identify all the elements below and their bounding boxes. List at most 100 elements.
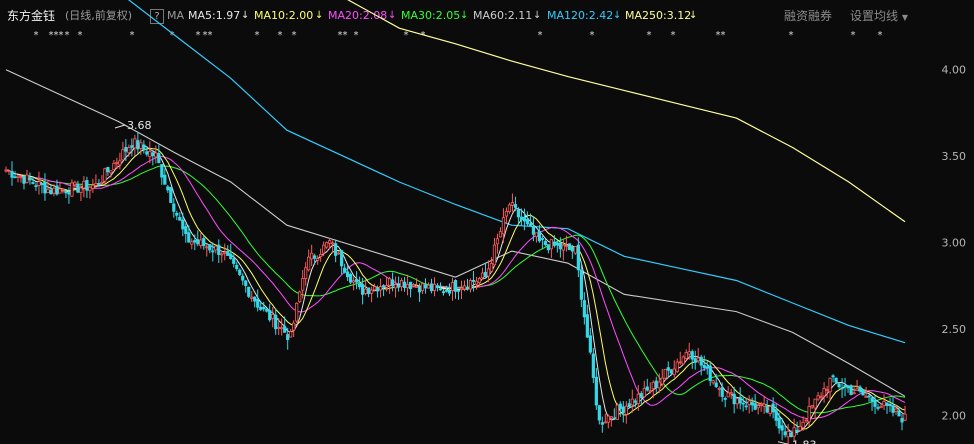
candle-down: [627, 398, 631, 408]
candle-down: [612, 408, 616, 420]
candle-down: [334, 239, 338, 263]
candle-down: [840, 378, 844, 398]
y-tick-label: 4.00: [942, 64, 967, 77]
candle-down: [28, 172, 32, 185]
candle-up: [798, 420, 802, 432]
candle-up: [4, 166, 8, 173]
candle-up: [319, 248, 323, 262]
candle-up: [675, 358, 679, 373]
candle-up: [310, 244, 314, 266]
candle-down: [402, 277, 407, 292]
event-marker-icon: *: [65, 30, 70, 41]
event-marker-icon: *: [292, 30, 297, 41]
low-price-label: 1.83: [792, 439, 817, 444]
candle-up: [696, 347, 700, 364]
candle-up: [615, 402, 619, 420]
candle-up: [810, 405, 814, 409]
candle-up: [762, 395, 766, 414]
candle-up: [100, 175, 104, 186]
candle-down: [900, 413, 904, 431]
candle-up: [292, 320, 296, 338]
candle-up: [573, 246, 577, 255]
candle-down: [175, 210, 179, 221]
candle-down: [366, 287, 371, 298]
candle-down: [408, 281, 413, 298]
candle-up: [855, 379, 859, 391]
candle-up: [450, 277, 455, 301]
candle-down: [867, 394, 871, 402]
candle-up: [510, 193, 515, 212]
high-pointer: [114, 124, 126, 129]
candle-up: [304, 262, 308, 286]
candle-down: [750, 397, 754, 412]
candle-down: [741, 395, 745, 412]
candle-up: [480, 267, 485, 280]
candle-down: [202, 234, 206, 250]
candle-down: [546, 244, 550, 254]
candle-up: [399, 277, 404, 292]
candle-up: [663, 368, 667, 380]
candle-down: [705, 360, 709, 375]
candle-down: [130, 138, 134, 157]
candle-up: [352, 276, 356, 291]
candle-up: [205, 243, 209, 257]
candle-down: [597, 404, 601, 425]
candle-down: [567, 243, 571, 251]
candle-up: [759, 401, 763, 412]
candle-down: [106, 166, 110, 176]
candle-down: [259, 300, 263, 311]
candle-down: [208, 244, 212, 254]
event-marker-icon: *: [208, 30, 213, 41]
candle-up: [609, 416, 613, 427]
candle-up: [882, 394, 886, 411]
candle-down: [217, 239, 221, 264]
candlestick-chart[interactable]: **************************** 6.005.505.0…: [0, 0, 974, 444]
candle-down: [283, 316, 287, 333]
candle-down: [846, 385, 850, 393]
candle-down: [744, 397, 748, 411]
candle-up: [154, 145, 158, 164]
candle-down: [184, 223, 188, 243]
candle-up: [681, 355, 685, 366]
candle-up: [16, 174, 20, 183]
candle-down: [708, 360, 712, 386]
candle-up: [717, 386, 721, 397]
candle-up: [112, 159, 116, 170]
candle-down: [268, 303, 272, 322]
candle-down: [163, 168, 167, 185]
candle-down: [142, 140, 146, 154]
candle-down: [870, 395, 874, 411]
candle-up: [37, 171, 41, 195]
candle-down: [540, 236, 545, 249]
candle-down: [429, 278, 434, 294]
candle-down: [435, 283, 440, 292]
candle-up: [648, 382, 652, 394]
candle-up: [630, 389, 634, 413]
candle-down: [349, 272, 353, 285]
candle-down: [690, 349, 694, 369]
candle-down: [576, 237, 580, 278]
candle-up: [7, 170, 11, 176]
candle-down: [723, 396, 727, 408]
candle-up: [492, 237, 497, 266]
candle-down: [76, 180, 80, 194]
candle-down: [187, 225, 191, 243]
candle-up: [672, 360, 676, 378]
candle-up: [504, 207, 509, 225]
candle-down: [85, 176, 89, 198]
candle-down: [166, 184, 170, 193]
extreme-annotations: 3.68 1.83: [114, 119, 817, 444]
price-axis: 6.005.505.004.504.003.503.002.502.00: [942, 64, 967, 423]
candle-up: [495, 233, 500, 254]
candle-up: [735, 397, 739, 409]
candle-up: [298, 290, 302, 303]
candle-down: [645, 378, 649, 392]
candle-up: [103, 167, 107, 186]
candle-up: [549, 239, 553, 258]
candle-down: [13, 171, 17, 179]
candle-down: [256, 289, 260, 312]
event-marker-icon: *: [851, 30, 856, 41]
event-markers: * * * * * * * * * * * * * * * * * * * * * * * * * * * *: [34, 30, 883, 41]
candle-down: [241, 273, 245, 286]
candle-up: [642, 380, 646, 398]
